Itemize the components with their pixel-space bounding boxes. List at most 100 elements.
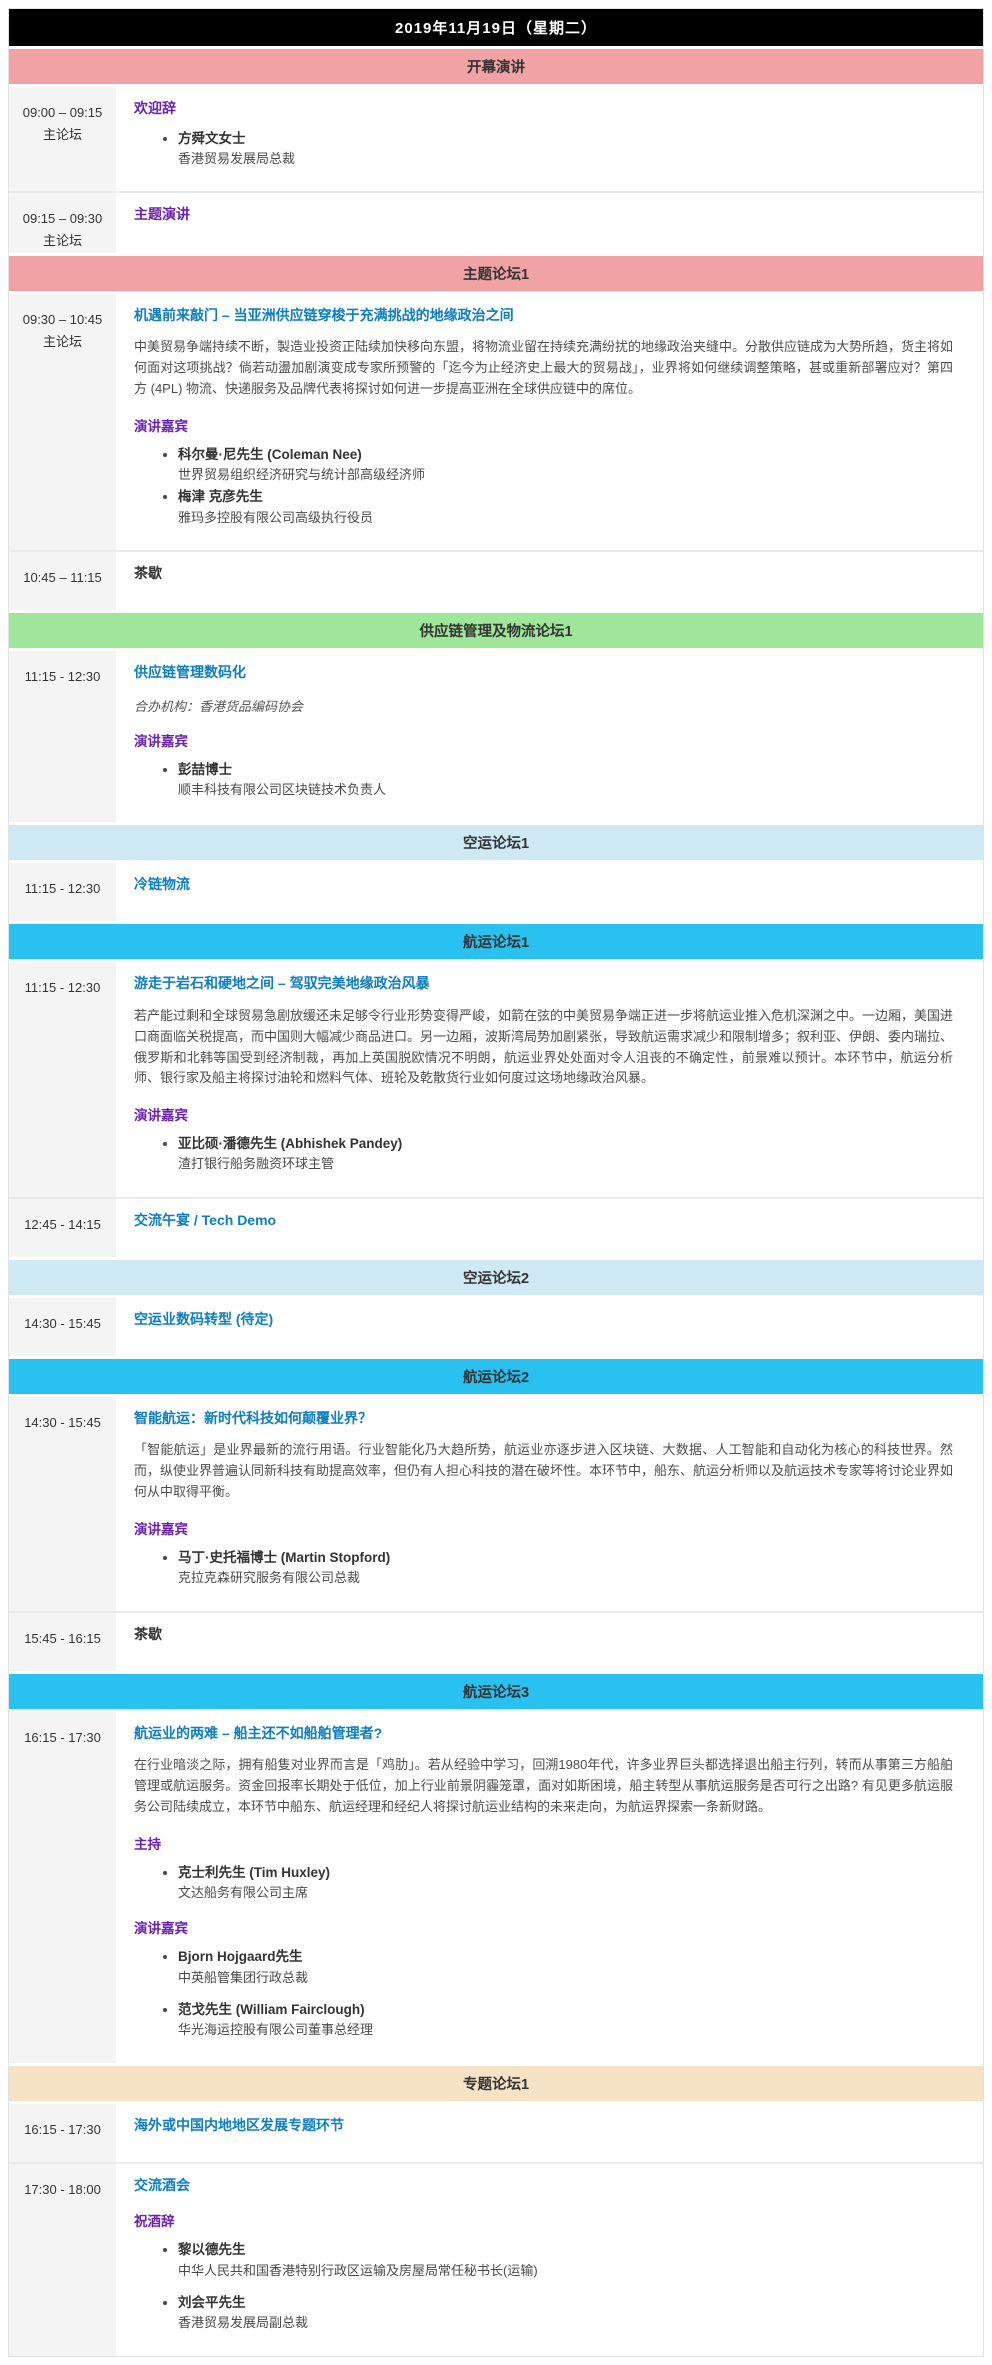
speaker-role: 中华人民共和国香港特别行政区运输及房屋局常任秘书长(运输) [178,2261,953,2281]
session-content: 游走于岩石和硬地之间 – 驾驭完美地缘政治风暴若产能过剩和全球贸易急剧放缓还未足… [116,962,983,1197]
schedule-row: 09:30 – 10:45主论坛机遇前来敲门 – 当亚洲供应链穿梭于充满挑战的地… [9,294,983,550]
speaker-item: 彭喆博士顺丰科技有限公司区块链技术负责人 [178,760,953,800]
time-slot: 17:30 - 18:00 [9,2164,116,2356]
session-content: 欢迎辞方舜文女士香港贸易发展局总裁 [116,87,983,191]
time-range: 12:45 - 14:15 [9,1214,116,1236]
speaker-name: Bjorn Hojgaard先生 [178,1949,303,1964]
session-title: 茶歇 [134,1625,162,1645]
speaker-role: 渣打银行船务融资环球主管 [178,1154,953,1174]
session-title-link[interactable]: 交流酒会 [134,2176,190,2196]
time-slot: 16:15 - 17:30 [9,1712,116,2063]
session-title-link[interactable]: 交流午宴 / Tech Demo [134,1211,276,1231]
session-content: 茶歇 [116,1613,983,1671]
speaker-item: 马丁·史托福博士 (Martin Stopford)克拉克森研究服务有限公司总裁 [178,1548,953,1588]
speaker-list: 克士利先生 (Tim Huxley) 文达船务有限公司主席 [134,1863,953,1903]
speaker-list: 彭喆博士顺丰科技有限公司区块链技术负责人 [134,760,953,800]
time-range: 09:00 – 09:15 [9,102,116,124]
session-title-link[interactable]: 智能航运：新时代科技如何颠覆业界？ [134,1409,372,1429]
speaker-role: 华光海运控股有限公司董事总经理 [178,2020,953,2040]
session-content: 供应链管理数码化合办机构：香港货品编码协会演讲嘉宾彭喆博士顺丰科技有限公司区块链… [116,651,983,822]
section-header: 开幕演讲 [9,49,983,84]
schedule-row: 15:45 - 16:15 茶歇 [9,1611,983,1671]
speaker-name: 克士利先生 (Tim Huxley) [178,1865,330,1880]
speaker-name: 方舜文女士 [178,131,246,146]
schedule-row: 09:15 – 09:30主论坛主题演讲 [9,191,983,252]
session-title-link[interactable]: 航运业的两难 – 船主还不如船舶管理者? [134,1724,382,1744]
speaker-role: 顺丰科技有限公司区块链技术负责人 [178,780,953,800]
session-title-link[interactable]: 欢迎辞 [134,99,176,119]
venue-label: 主论坛 [9,230,116,252]
time-slot: 11:15 - 12:30 [9,962,116,1197]
time-range: 09:15 – 09:30 [9,208,116,230]
speaker-item: 范戈先生 (William Fairclough) 华光海运控股有限公司董事总经理 [178,2000,953,2040]
time-range: 10:45 – 11:15 [9,567,116,589]
venue-label: 主论坛 [9,331,116,353]
speaker-group-heading: 演讲嘉宾 [134,1917,953,1937]
speaker-list: 马丁·史托福博士 (Martin Stopford)克拉克森研究服务有限公司总裁 [134,1548,953,1588]
speaker-item: Bjorn Hojgaard先生中英船管集团行政总裁 [178,1947,953,1987]
speaker-list: 亚比硕·潘德先生 (Abhishek Pandey) 渣打银行船务融资环球主管 [134,1134,953,1174]
speaker-name: 彭喆博士 [178,762,232,777]
speaker-role: 香港贸易发展局总裁 [178,149,953,169]
speaker-name: 亚比硕·潘德先生 (Abhishek Pandey) [178,1136,402,1151]
session-content: 冷链物流 [116,863,983,921]
speaker-group-heading: 演讲嘉宾 [134,1104,953,1124]
session-title-link[interactable]: 游走于岩石和硬地之间 – 驾驭完美地缘政治风暴 [134,974,430,994]
session-content: 智能航运：新时代科技如何颠覆业界？ 「智能航运」是业界最新的流行用语。行业智能化乃… [116,1397,983,1611]
time-slot: 11:15 - 12:30 [9,651,116,822]
schedule-row: 12:45 - 14:15 交流午宴 / Tech Demo [9,1197,983,1257]
session-title-link[interactable]: 供应链管理数码化 [134,663,246,683]
session-content: 航运业的两难 – 船主还不如船舶管理者?在行业暗淡之际，拥有船隻对业界而言是「鸡… [116,1712,983,2063]
venue-label: 主论坛 [9,124,116,146]
speaker-list: Bjorn Hojgaard先生中英船管集团行政总裁范戈先生 (William … [134,1947,953,2040]
speaker-item: 梅津 克彦先生雅玛多控股有限公司高级执行役员 [178,487,953,527]
speaker-name: 黎以德先生 [178,2242,246,2257]
time-slot: 09:15 – 09:30主论坛 [9,193,116,252]
session-content: 海外或中国内地地区发展专题环节 [116,2104,983,2162]
speaker-list: 科尔曼·尼先生 (Coleman Nee)世界贸易组织经济研究与统计部高级经济师… [134,445,953,528]
speaker-name: 梅津 克彦先生 [178,489,263,504]
session-content: 交流酒会祝酒辞黎以德先生中华人民共和国香港特别行政区运输及房屋局常任秘书长(运输… [116,2164,983,2356]
speaker-item: 克士利先生 (Tim Huxley) 文达船务有限公司主席 [178,1863,953,1903]
session-title-link[interactable]: 主题演讲 [134,205,190,225]
time-range: 16:15 - 17:30 [9,2119,116,2141]
session-content: 主题演讲 [116,193,983,252]
speaker-list: 方舜文女士香港贸易发展局总裁 [134,129,953,169]
time-slot: 10:45 – 11:15 [9,552,116,610]
session-title-link[interactable]: 机遇前来敲门 – 当亚洲供应链穿梭于充满挑战的地缘政治之间 [134,306,514,326]
time-slot: 14:30 - 15:45 [9,1397,116,1611]
time-slot: 11:15 - 12:30 [9,863,116,921]
speaker-name: 马丁·史托福博士 (Martin Stopford) [178,1550,390,1565]
time-slot: 09:30 – 10:45主论坛 [9,294,116,550]
session-content: 机遇前来敲门 – 当亚洲供应链穿梭于充满挑战的地缘政治之间中美贸易争端持续不断，… [116,294,983,550]
schedule-row: 11:15 - 12:30游走于岩石和硬地之间 – 驾驭完美地缘政治风暴若产能过… [9,962,983,1197]
session-title-link[interactable]: 冷链物流 [134,875,190,895]
speaker-name: 范戈先生 (William Fairclough) [178,2002,365,2017]
time-slot: 14:30 - 15:45 [9,1298,116,1356]
schedule-row: 16:15 - 17:30航运业的两难 – 船主还不如船舶管理者?在行业暗淡之际… [9,1712,983,2063]
schedule-row: 14:30 - 15:45 空运业数码转型 (待定) [9,1298,983,1356]
time-range: 11:15 - 12:30 [9,666,116,688]
speaker-role: 香港贸易发展局副总裁 [178,2313,953,2333]
speaker-role: 世界贸易组织经济研究与统计部高级经济师 [178,465,953,485]
session-description: 中美贸易争端持续不断，製造业投资正陆续加快移向东盟，将物流业留在持续充满纷扰的地… [134,337,953,399]
schedule-row: 14:30 - 15:45 智能航运：新时代科技如何颠覆业界？ 「智能航运」是业界最… [9,1397,983,1611]
session-description: 「智能航运」是业界最新的流行用语。行业智能化乃大趋所势，航运业亦逐步进入区块链、… [134,1440,953,1502]
agenda-table: 2019年11月19日（星期二） 开幕演讲09:00 – 09:15主论坛欢迎辞… [8,8,984,2357]
time-slot: 09:00 – 09:15主论坛 [9,87,116,191]
schedule-row: 11:15 - 12:30供应链管理数码化合办机构：香港货品编码协会演讲嘉宾彭喆… [9,651,983,822]
speaker-role: 中英船管集团行政总裁 [178,1968,953,1988]
session-title: 茶歇 [134,564,162,584]
session-title-link[interactable]: 空运业数码转型 (待定) [134,1310,273,1330]
time-slot: 15:45 - 16:15 [9,1613,116,1671]
session-title-link[interactable]: 海外或中国内地地区发展专题环节 [134,2116,344,2136]
schedule-row: 09:00 – 09:15主论坛欢迎辞方舜文女士香港贸易发展局总裁 [9,87,983,191]
section-header: 空运论坛1 [9,825,983,860]
schedule-row: 11:15 - 12:30 冷链物流 [9,863,983,921]
speaker-item: 亚比硕·潘德先生 (Abhishek Pandey) 渣打银行船务融资环球主管 [178,1134,953,1174]
speaker-item: 科尔曼·尼先生 (Coleman Nee)世界贸易组织经济研究与统计部高级经济师 [178,445,953,485]
section-header: 空运论坛2 [9,1260,983,1295]
speaker-item: 刘会平先生香港贸易发展局副总裁 [178,2293,953,2333]
speaker-role: 雅玛多控股有限公司高级执行役员 [178,508,953,528]
speaker-role: 文达船务有限公司主席 [178,1883,953,1903]
